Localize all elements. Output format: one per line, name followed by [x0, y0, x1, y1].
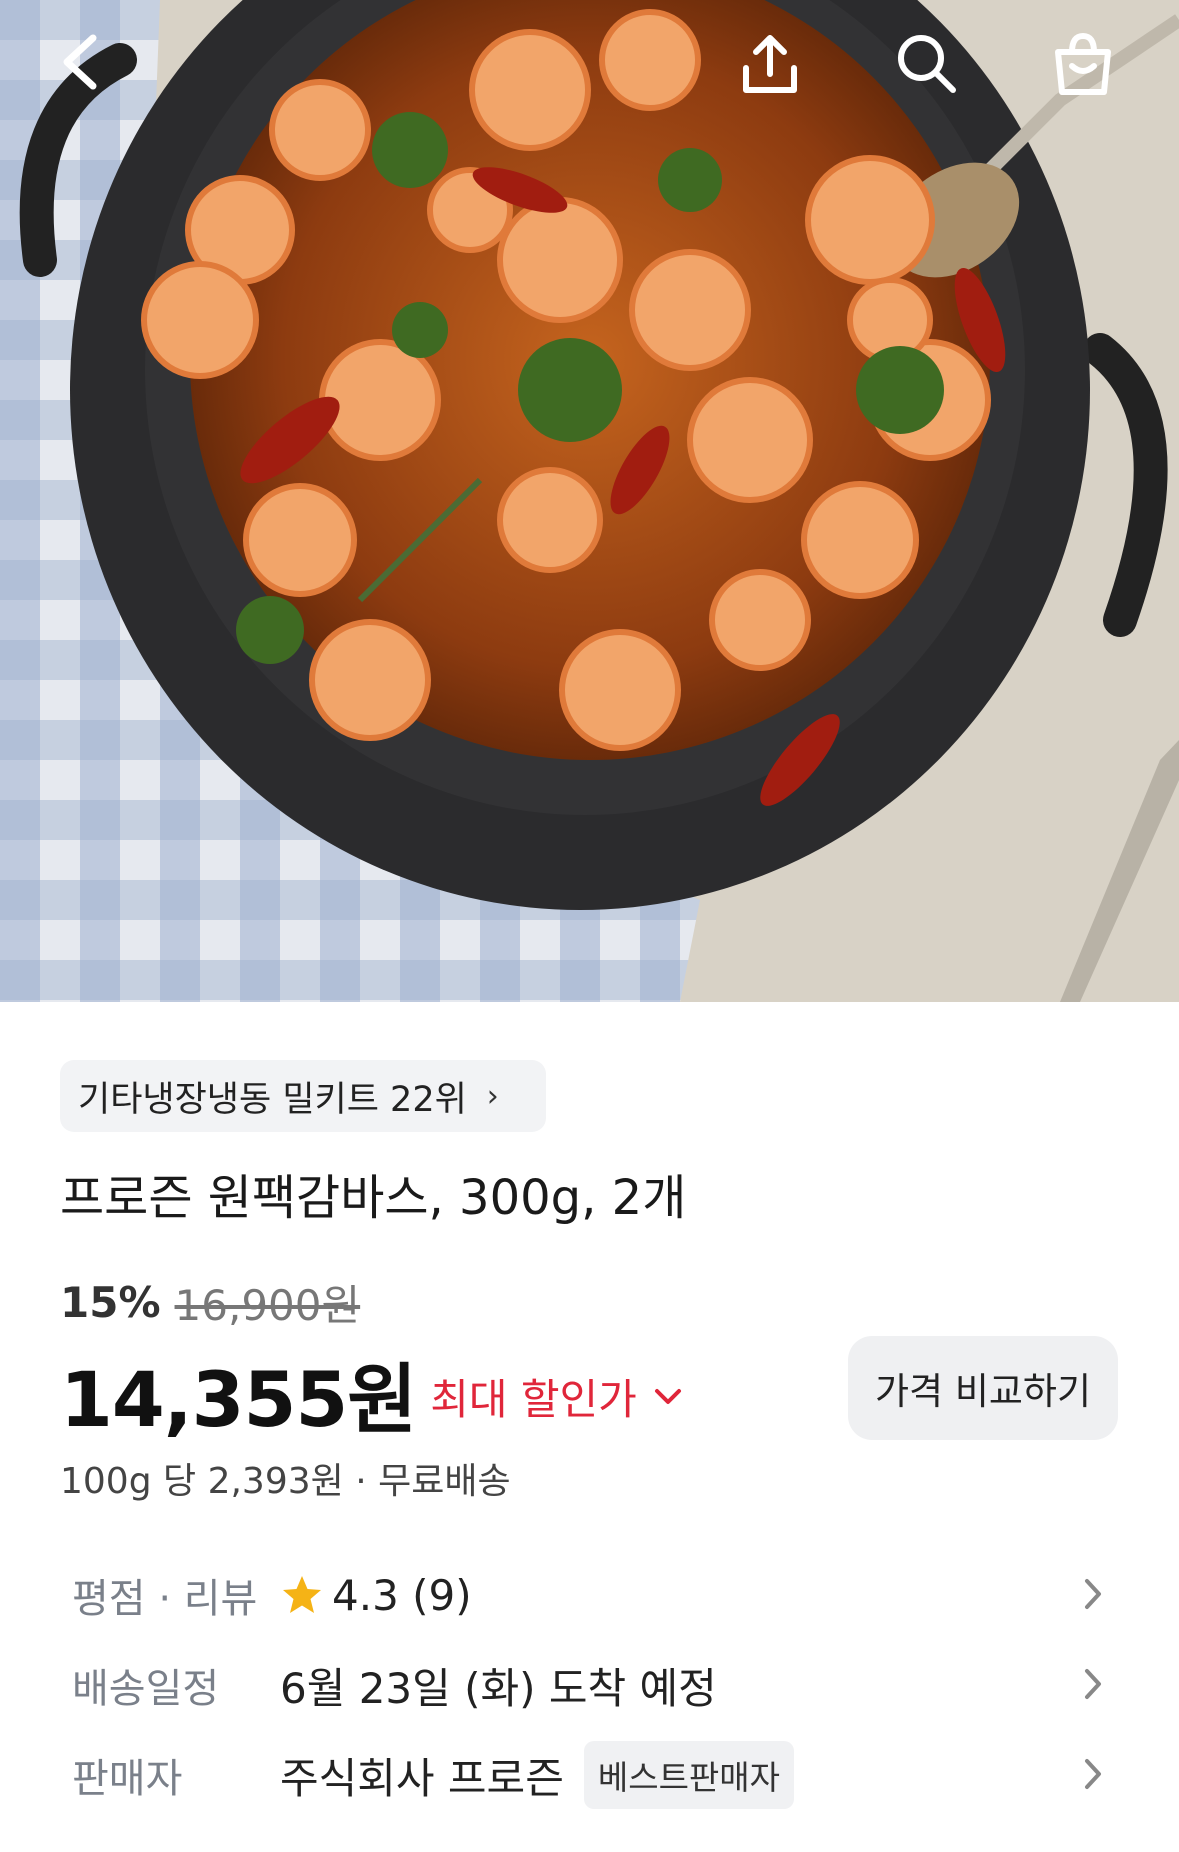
- category-rank-chip[interactable]: 기타냉장냉동 밀키트 22위 ›: [60, 1060, 546, 1132]
- category-rank-label: 기타냉장냉동 밀키트 22위: [78, 1079, 467, 1120]
- unit-price-shipping: 100g 당 2,393원 · 무료배송: [60, 1461, 511, 1502]
- rating-review-row[interactable]: 평점 · 리뷰 4.3 (9): [72, 1560, 1118, 1630]
- search-button[interactable]: [882, 19, 972, 109]
- shopping-bag-icon: [1055, 32, 1111, 95]
- product-title: 프로즌 원팩감바스, 300g, 2개: [60, 1170, 687, 1226]
- share-button[interactable]: [725, 19, 815, 109]
- chevron-right-icon: [1085, 1759, 1101, 1789]
- back-button[interactable]: [35, 17, 125, 107]
- delivery-value: 6월 23일 (화) 도착 예정: [280, 1663, 717, 1713]
- seller-name: 주식회사 프로즌: [280, 1753, 564, 1803]
- price-row: 14,355원 최대 할인가: [60, 1338, 683, 1448]
- max-discount-label[interactable]: 최대 할인가: [430, 1366, 637, 1427]
- chevron-right-icon: [1085, 1579, 1101, 1609]
- chevron-right-icon: [1085, 1669, 1101, 1699]
- chevron-right-icon: ›: [486, 1078, 499, 1114]
- seller-label: 판매자: [72, 1756, 183, 1802]
- compare-price-button[interactable]: 가격 비교하기: [848, 1336, 1118, 1440]
- rating-label: 평점 · 리뷰: [72, 1576, 258, 1622]
- search-icon: [898, 35, 956, 93]
- rating-value: 4.3 (9): [332, 1570, 472, 1620]
- original-price: 16,900원: [174, 1281, 361, 1330]
- delivery-label: 배송일정: [72, 1666, 220, 1712]
- chevron-left-icon: [63, 34, 97, 90]
- sale-price: 14,355원: [60, 1355, 417, 1444]
- share-icon: [743, 35, 797, 93]
- star-icon: [283, 1576, 321, 1613]
- shrimp-dish-illustration: [0, 0, 1179, 1002]
- seller-row[interactable]: 판매자 주식회사 프로즌 베스트판매자: [72, 1740, 1118, 1810]
- discount-row: 15% 16,900원: [60, 1272, 360, 1333]
- product-image: [0, 0, 1179, 1002]
- discount-rate: 15%: [60, 1278, 161, 1327]
- best-seller-badge: 베스트판매자: [583, 1741, 795, 1809]
- cart-button[interactable]: [1038, 19, 1128, 109]
- delivery-schedule-row[interactable]: 배송일정 6월 23일 (화) 도착 예정: [72, 1650, 1118, 1720]
- chevron-down-icon[interactable]: [653, 1386, 683, 1408]
